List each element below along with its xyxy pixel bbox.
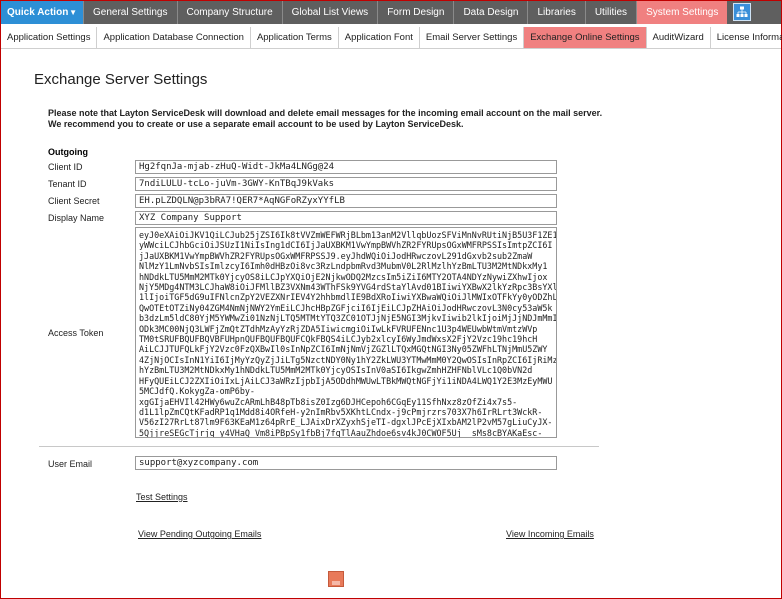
tab-license-information[interactable]: License Information [711,27,782,48]
sub-nav: Application Settings Application Databas… [1,27,782,49]
tab-application-terms[interactable]: Application Terms [251,27,339,48]
tab-application-settings[interactable]: Application Settings [1,27,98,48]
tab-application-font[interactable]: Application Font [339,27,420,48]
view-pending-outgoing-emails-link[interactable]: View Pending Outgoing Emails [138,529,261,539]
client-secret-label: Client Secret [48,196,100,206]
topnav-system-settings[interactable]: System Settings [637,1,728,24]
topnav-form-design[interactable]: Form Design [378,1,455,24]
org-chart-icon[interactable] [733,3,752,21]
info-note-line: Please note that Layton ServiceDesk will… [48,108,603,118]
section-heading-outgoing: Outgoing [48,147,88,157]
quick-action-button[interactable]: Quick Action ▼ [1,1,84,24]
chevron-down-icon: ▼ [69,8,77,17]
access-token-textarea[interactable]: eyJ0eXAiOiJKV1QiLCJub25jZSI6Ik8tVVZmWEFW… [135,227,557,438]
tab-exchange-online-settings[interactable]: Exchange Online Settings [524,27,647,48]
section-divider [39,446,599,447]
tab-email-server-settings[interactable]: Email Server Settings [420,27,525,48]
client-id-field[interactable]: Hg2fqnJa-mjab-zHuQ-Widt-JkMa4LNGg@24 [135,160,557,174]
page-title: Exchange Server Settings [34,71,208,88]
test-settings-link[interactable]: Test Settings [136,492,188,502]
topnav-global-list-views[interactable]: Global List Views [283,1,379,24]
info-note-line: We recommend you to create or use a sepa… [48,119,464,129]
topnav-company-structure[interactable]: Company Structure [178,1,283,24]
topnav-utilities[interactable]: Utilities [586,1,638,24]
tenant-id-field[interactable]: 7ndiLULU-tcLo-juVm-3GWY-KnTBqJ9kVaks [135,177,557,191]
info-note: Please note that Layton ServiceDesk will… [48,108,728,130]
save-icon[interactable] [328,571,344,587]
display-name-label: Display Name [48,213,105,223]
topnav-general-settings[interactable]: General Settings [84,1,178,24]
tab-auditwizard[interactable]: AuditWizard [647,27,711,48]
topnav-data-design[interactable]: Data Design [454,1,529,24]
client-secret-field[interactable]: EH.pLZDQLN@p3bRA7!QER7*AqNGFoRZyxYYfLB [135,194,557,208]
topnav-libraries[interactable]: Libraries [528,1,586,24]
display-name-field[interactable]: XYZ Company Support [135,211,557,225]
user-email-label: User Email [48,459,93,469]
access-token-label: Access Token [48,328,104,338]
tab-application-database-connection[interactable]: Application Database Connection [97,27,251,48]
tenant-id-label: Tenant ID [48,179,87,189]
view-incoming-emails-link[interactable]: View Incoming Emails [506,529,594,539]
top-nav: Quick Action ▼ General Settings Company … [1,1,781,24]
user-email-field[interactable]: support@xyzcompany.com [135,456,557,470]
quick-action-label: Quick Action [7,7,69,18]
client-id-label: Client ID [48,162,83,172]
